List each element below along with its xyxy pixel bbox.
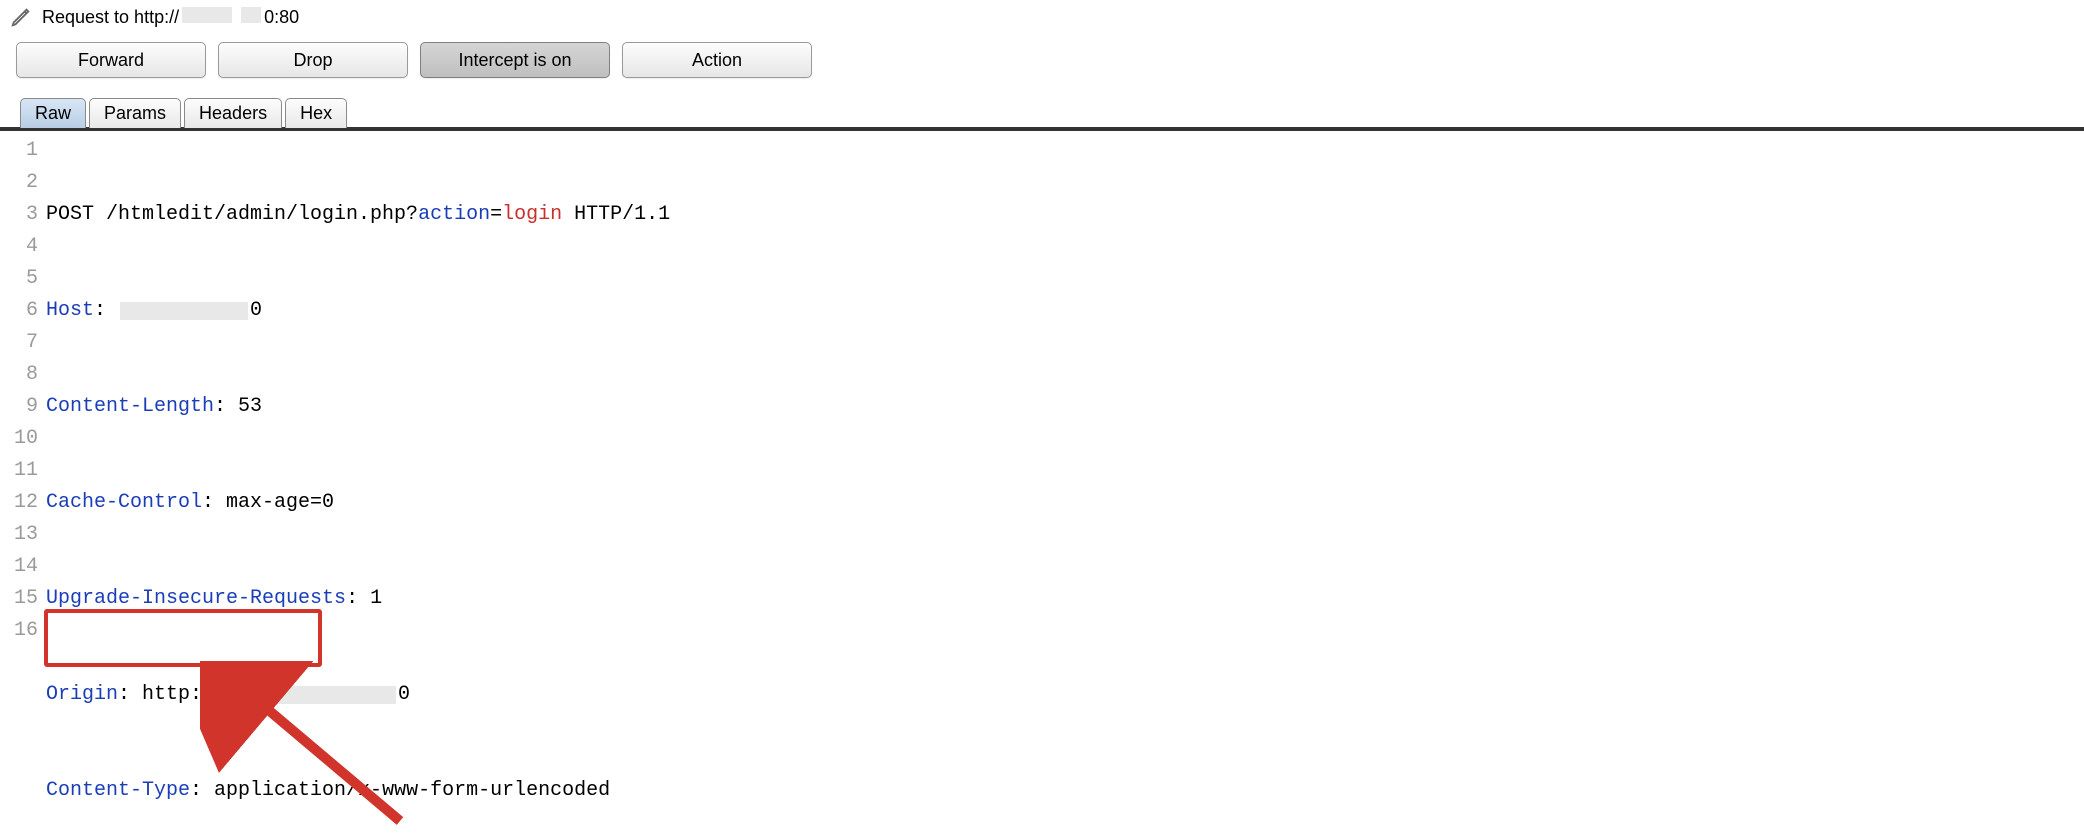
line-number: 8 [0, 359, 38, 391]
line-number: 1 [0, 135, 38, 167]
request-line: POST /htmledit/admin/login.php?action=lo… [46, 199, 2084, 231]
drop-button[interactable]: Drop [218, 42, 408, 78]
forward-button[interactable]: Forward [16, 42, 206, 78]
title-prefix: Request to http:// [42, 7, 179, 28]
request-title: Request to http:// 0:80 [42, 7, 299, 28]
action-button[interactable]: Action [622, 42, 812, 78]
line-number: 5 [0, 263, 38, 295]
line-number: 11 [0, 455, 38, 487]
line-number: 7 [0, 327, 38, 359]
header-origin: Origin: http://0 [46, 679, 2084, 711]
header-upgrade-insecure: Upgrade-Insecure-Requests: 1 [46, 583, 2084, 615]
redacted-host [120, 302, 248, 320]
line-number: 3 [0, 199, 38, 231]
title-suffix: 0:80 [264, 7, 299, 28]
edit-icon [10, 6, 32, 28]
line-number: 14 [0, 551, 38, 583]
tab-headers[interactable]: Headers [184, 98, 282, 128]
header-cache-control: Cache-Control: max-age=0 [46, 487, 2084, 519]
header-content-type: Content-Type: application/x-www-form-url… [46, 775, 2084, 807]
tab-params[interactable]: Params [89, 98, 181, 128]
line-number: 12 [0, 487, 38, 519]
redacted-origin [228, 686, 396, 704]
line-gutter: 1 2 3 4 5 6 7 8 9 10 11 12 13 14 15 16 [0, 135, 46, 834]
tab-bar: Raw Params Headers Hex [0, 92, 2084, 131]
redacted-ip-2 [241, 7, 261, 23]
request-editor[interactable]: 1 2 3 4 5 6 7 8 9 10 11 12 13 14 15 16 P… [0, 131, 2084, 834]
line-number: 4 [0, 231, 38, 263]
line-number: 16 [0, 615, 38, 647]
line-number: 6 [0, 295, 38, 327]
tab-raw[interactable]: Raw [20, 98, 86, 128]
line-number: 10 [0, 423, 38, 455]
request-header: Request to http:// 0:80 [0, 0, 2084, 32]
code-body[interactable]: POST /htmledit/admin/login.php?action=lo… [46, 135, 2084, 834]
line-number: 2 [0, 167, 38, 199]
line-number: 15 [0, 583, 38, 615]
redacted-ip [182, 7, 232, 23]
header-content-length: Content-Length: 53 [46, 391, 2084, 423]
header-host: Host: 0 [46, 295, 2084, 327]
line-number: 9 [0, 391, 38, 423]
line-number: 13 [0, 519, 38, 551]
tab-hex[interactable]: Hex [285, 98, 347, 128]
toolbar: Forward Drop Intercept is on Action [0, 32, 2084, 92]
intercept-button[interactable]: Intercept is on [420, 42, 610, 78]
